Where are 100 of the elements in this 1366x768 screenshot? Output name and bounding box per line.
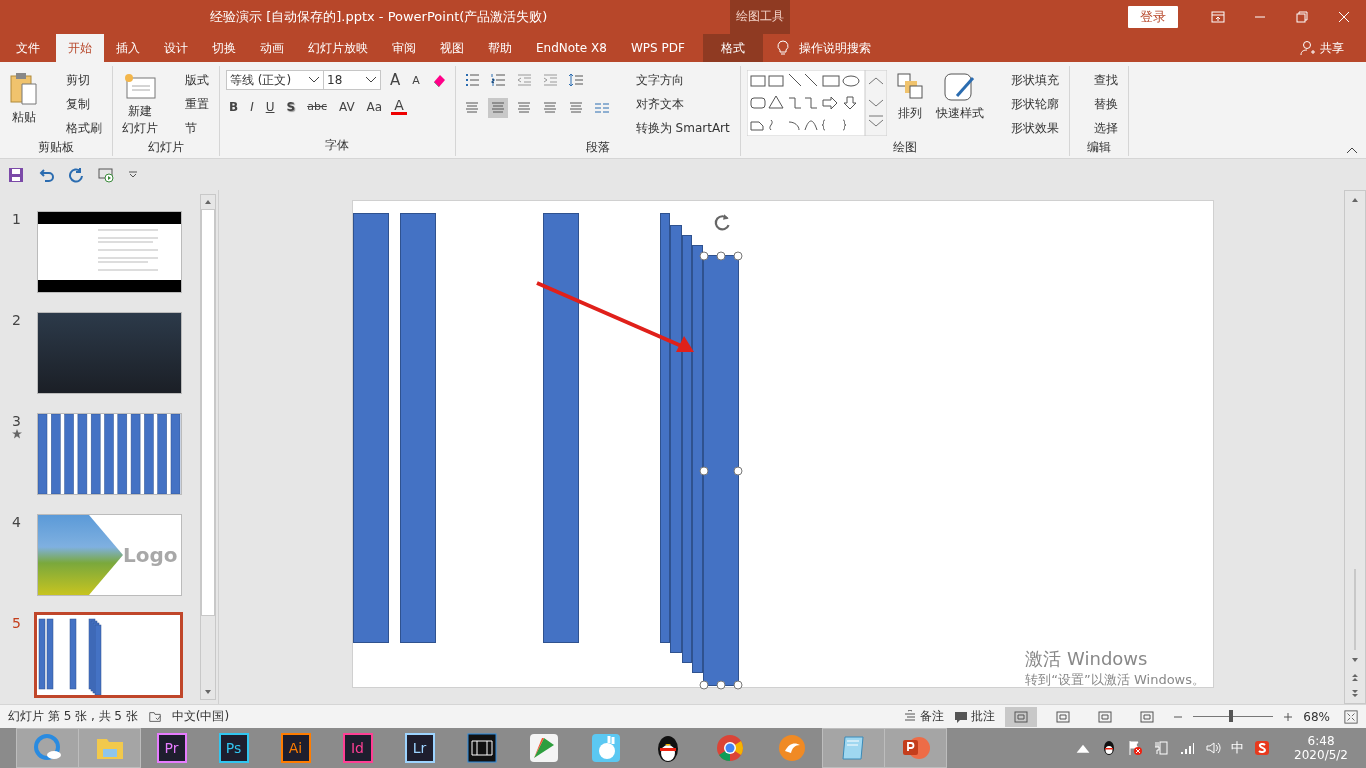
app-logo: Ps: [218, 733, 249, 763]
font-size-field[interactable]: 18: [323, 70, 381, 90]
taskbar-app[interactable]: Id: [327, 729, 388, 767]
new-slide-button[interactable]: 新建 幻灯片: [119, 70, 161, 139]
slide-number: 1: [12, 211, 21, 227]
taskbar-app[interactable]: Ai: [265, 729, 326, 767]
dropdown-caret-icon[interactable]: [308, 76, 320, 84]
spellcheck-icon[interactable]: [147, 709, 162, 724]
font-format-button[interactable]: S: [283, 99, 299, 114]
ribbon-display-icon[interactable]: [1210, 9, 1226, 25]
ribbon-tab[interactable]: 幻灯片放映: [296, 34, 380, 62]
app-logo: Lr: [404, 733, 435, 763]
share-button[interactable]: 共享: [1320, 39, 1344, 57]
group-label: 剪贴板: [37, 139, 75, 156]
activation-hint: 转到“设置”以激活 Windows。: [1025, 671, 1205, 689]
logo-text: Logo: [123, 543, 178, 567]
customize-caret-icon[interactable]: [128, 170, 138, 179]
clipboard-command[interactable]: 剪切: [48, 70, 106, 91]
ribbon-tab[interactable]: EndNote X8: [524, 34, 619, 62]
font-format-button[interactable]: B: [226, 99, 242, 114]
dropdown-caret-icon[interactable]: [365, 76, 377, 84]
film-icon: [466, 733, 497, 763]
chrome-icon: [714, 733, 745, 763]
font-format-button[interactable]: Aa: [363, 99, 386, 114]
scrollbar[interactable]: [200, 194, 216, 700]
group-label: 字体: [324, 137, 351, 154]
shape-format-command[interactable]: 形状填充: [992, 70, 1063, 91]
paragraph-command[interactable]: 文字方向: [617, 70, 734, 91]
font-format-button[interactable]: abc: [304, 100, 330, 113]
slide-thumbnail[interactable]: [37, 413, 182, 495]
slide-thumbnail[interactable]: [37, 312, 182, 394]
font-format-button[interactable]: U: [262, 99, 278, 114]
battery-plug-icon[interactable]: [1153, 740, 1170, 756]
resize-handle[interactable]: [733, 466, 743, 475]
taskbar-app[interactable]: Ps: [203, 729, 264, 767]
zoom-slider-thumb[interactable]: [1229, 710, 1234, 722]
shape-format-command[interactable]: 形状轮廓: [992, 94, 1063, 115]
collapse-ribbon-icon[interactable]: [1346, 146, 1358, 154]
flag-error-icon[interactable]: [1127, 740, 1144, 756]
ribbon-tab[interactable]: 格式: [702, 34, 763, 62]
quick-styles-button[interactable]: 快速样式: [932, 70, 987, 124]
language-text[interactable]: 中文(中国): [171, 708, 230, 725]
clipboard-icon: [9, 72, 39, 106]
editing-command[interactable]: 替换: [1075, 94, 1122, 115]
ribbon-tab[interactable]: 文件: [0, 34, 56, 62]
editing-command[interactable]: 查找: [1075, 70, 1122, 91]
view-icon[interactable]: [1005, 706, 1038, 727]
resize-handle[interactable]: [699, 466, 709, 475]
save-icon[interactable]: [8, 166, 24, 183]
taskbar-app[interactable]: Lr: [389, 729, 450, 767]
slide-command[interactable]: 版式: [167, 70, 213, 91]
slide-thumbnail[interactable]: [37, 211, 182, 293]
redo-icon[interactable]: [68, 166, 84, 183]
notes-button[interactable]: 备注: [903, 708, 945, 725]
volume-icon[interactable]: [1205, 740, 1222, 756]
ribbon-tab[interactable]: 帮助: [476, 34, 524, 62]
login-button[interactable]: 登录: [1128, 6, 1178, 28]
paste-button[interactable]: 粘贴: [6, 70, 42, 128]
ribbon-tab[interactable]: 视图: [428, 34, 476, 62]
zoom-in-icon[interactable]: [1283, 711, 1294, 722]
arrange-button[interactable]: 排列: [892, 70, 927, 124]
font-format-button[interactable]: AV: [335, 99, 358, 114]
slide-thumbnail[interactable]: [34, 612, 183, 698]
ribbon-tab[interactable]: WPS PDF: [618, 34, 697, 62]
ribbon-tab[interactable]: 设计: [152, 34, 200, 62]
close-icon[interactable]: [1336, 9, 1352, 25]
shape-gallery[interactable]: [746, 70, 887, 136]
shrink-font-button[interactable]: A: [409, 73, 423, 87]
slide-command[interactable]: 重置: [167, 94, 213, 115]
shape-format-command[interactable]: 形状效果: [992, 118, 1063, 139]
comments-button[interactable]: 批注: [954, 708, 996, 725]
sogou-s-icon[interactable]: [1254, 740, 1271, 756]
taskbar-app[interactable]: Pr: [141, 729, 202, 767]
clipboard-command[interactable]: 格式刷: [48, 118, 106, 139]
restore-icon[interactable]: [1294, 9, 1310, 25]
ribbon-tab[interactable]: 动画: [248, 34, 296, 62]
presentation-icon[interactable]: [98, 166, 114, 183]
editing-command[interactable]: 选择: [1075, 118, 1122, 139]
grow-font-button[interactable]: A: [387, 71, 404, 89]
font-family-field[interactable]: 等线 (正文): [226, 70, 324, 90]
cloud-browser-icon: [32, 733, 63, 763]
ribbon-tab[interactable]: 开始: [56, 34, 104, 62]
slide-number: 4: [12, 514, 21, 530]
clipboard-command[interactable]: 复制: [48, 94, 106, 115]
signal-icon[interactable]: [1179, 740, 1196, 756]
ribbon-tab[interactable]: 插入: [104, 34, 152, 62]
font-color-button[interactable]: A: [391, 98, 407, 115]
ribbon-tab[interactable]: 切换: [200, 34, 248, 62]
group-label: 编辑: [1085, 139, 1112, 156]
ribbon-tab[interactable]: 审阅: [380, 34, 428, 62]
paragraph-command[interactable]: 转换为 SmartArt: [617, 118, 734, 139]
undo-icon[interactable]: [38, 166, 54, 183]
fit-to-window-icon[interactable]: [1344, 709, 1358, 724]
scrollbar[interactable]: [1344, 190, 1366, 704]
paragraph-command[interactable]: 对齐文本: [617, 94, 734, 115]
align-icon[interactable]: [487, 98, 508, 118]
slide-command[interactable]: 节: [167, 118, 213, 139]
font-format-button[interactable]: I: [247, 99, 257, 114]
tell-me-search[interactable]: 操作说明搜索: [798, 39, 871, 57]
zoom-level[interactable]: 68%: [1303, 709, 1330, 724]
